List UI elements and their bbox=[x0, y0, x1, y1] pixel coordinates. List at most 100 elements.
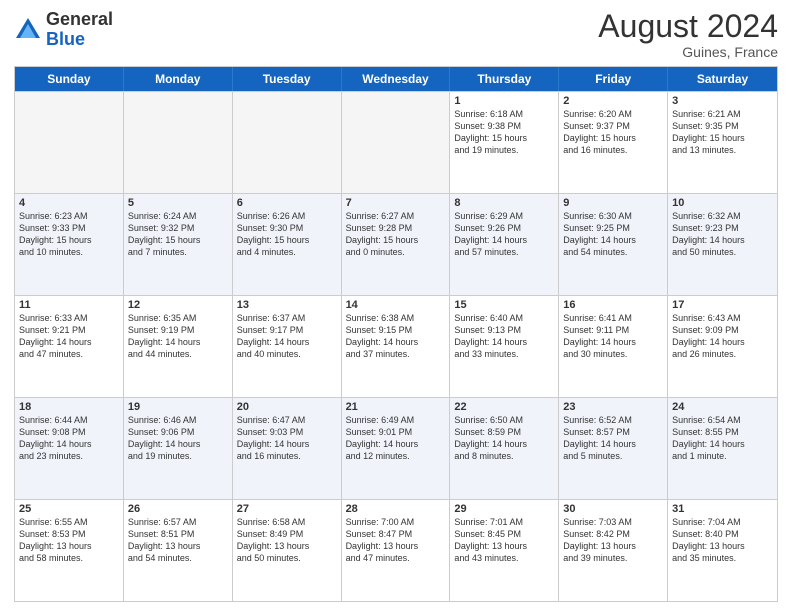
calendar-header-cell: Wednesday bbox=[342, 67, 451, 91]
day-number: 27 bbox=[237, 503, 337, 515]
day-number: 16 bbox=[563, 299, 663, 311]
day-number: 29 bbox=[454, 503, 554, 515]
calendar-cell: 6Sunrise: 6:26 AM Sunset: 9:30 PM Daylig… bbox=[233, 194, 342, 295]
calendar-cell-empty bbox=[342, 92, 451, 193]
logo: General Blue bbox=[14, 10, 113, 50]
day-info: Sunrise: 6:24 AM Sunset: 9:32 PM Dayligh… bbox=[128, 210, 228, 259]
day-number: 25 bbox=[19, 503, 119, 515]
calendar-cell: 28Sunrise: 7:00 AM Sunset: 8:47 PM Dayli… bbox=[342, 500, 451, 601]
calendar-cell: 19Sunrise: 6:46 AM Sunset: 9:06 PM Dayli… bbox=[124, 398, 233, 499]
day-info: Sunrise: 6:50 AM Sunset: 8:59 PM Dayligh… bbox=[454, 414, 554, 463]
day-info: Sunrise: 7:03 AM Sunset: 8:42 PM Dayligh… bbox=[563, 516, 663, 565]
day-info: Sunrise: 6:57 AM Sunset: 8:51 PM Dayligh… bbox=[128, 516, 228, 565]
calendar-body: 1Sunrise: 6:18 AM Sunset: 9:38 PM Daylig… bbox=[15, 91, 777, 601]
calendar-cell: 31Sunrise: 7:04 AM Sunset: 8:40 PM Dayli… bbox=[668, 500, 777, 601]
day-number: 24 bbox=[672, 401, 773, 413]
calendar-cell: 26Sunrise: 6:57 AM Sunset: 8:51 PM Dayli… bbox=[124, 500, 233, 601]
calendar-cell: 2Sunrise: 6:20 AM Sunset: 9:37 PM Daylig… bbox=[559, 92, 668, 193]
calendar-row: 18Sunrise: 6:44 AM Sunset: 9:08 PM Dayli… bbox=[15, 397, 777, 499]
calendar-header: SundayMondayTuesdayWednesdayThursdayFrid… bbox=[15, 67, 777, 91]
day-number: 22 bbox=[454, 401, 554, 413]
day-info: Sunrise: 7:01 AM Sunset: 8:45 PM Dayligh… bbox=[454, 516, 554, 565]
calendar-header-cell: Tuesday bbox=[233, 67, 342, 91]
calendar: SundayMondayTuesdayWednesdayThursdayFrid… bbox=[14, 66, 778, 602]
logo-blue-text: Blue bbox=[46, 29, 85, 49]
day-number: 11 bbox=[19, 299, 119, 311]
calendar-cell: 10Sunrise: 6:32 AM Sunset: 9:23 PM Dayli… bbox=[668, 194, 777, 295]
day-info: Sunrise: 6:30 AM Sunset: 9:25 PM Dayligh… bbox=[563, 210, 663, 259]
day-info: Sunrise: 6:44 AM Sunset: 9:08 PM Dayligh… bbox=[19, 414, 119, 463]
location: Guines, France bbox=[598, 44, 778, 60]
day-number: 13 bbox=[237, 299, 337, 311]
calendar-row: 25Sunrise: 6:55 AM Sunset: 8:53 PM Dayli… bbox=[15, 499, 777, 601]
calendar-cell: 15Sunrise: 6:40 AM Sunset: 9:13 PM Dayli… bbox=[450, 296, 559, 397]
calendar-row: 1Sunrise: 6:18 AM Sunset: 9:38 PM Daylig… bbox=[15, 91, 777, 193]
calendar-cell: 18Sunrise: 6:44 AM Sunset: 9:08 PM Dayli… bbox=[15, 398, 124, 499]
day-number: 15 bbox=[454, 299, 554, 311]
calendar-row: 4Sunrise: 6:23 AM Sunset: 9:33 PM Daylig… bbox=[15, 193, 777, 295]
day-number: 3 bbox=[672, 95, 773, 107]
calendar-cell: 25Sunrise: 6:55 AM Sunset: 8:53 PM Dayli… bbox=[15, 500, 124, 601]
day-info: Sunrise: 6:55 AM Sunset: 8:53 PM Dayligh… bbox=[19, 516, 119, 565]
day-info: Sunrise: 6:47 AM Sunset: 9:03 PM Dayligh… bbox=[237, 414, 337, 463]
calendar-cell: 30Sunrise: 7:03 AM Sunset: 8:42 PM Dayli… bbox=[559, 500, 668, 601]
calendar-cell: 14Sunrise: 6:38 AM Sunset: 9:15 PM Dayli… bbox=[342, 296, 451, 397]
day-info: Sunrise: 6:35 AM Sunset: 9:19 PM Dayligh… bbox=[128, 312, 228, 361]
page: General Blue August 2024 Guines, France … bbox=[0, 0, 792, 612]
day-info: Sunrise: 7:04 AM Sunset: 8:40 PM Dayligh… bbox=[672, 516, 773, 565]
day-number: 18 bbox=[19, 401, 119, 413]
calendar-cell: 3Sunrise: 6:21 AM Sunset: 9:35 PM Daylig… bbox=[668, 92, 777, 193]
calendar-cell: 1Sunrise: 6:18 AM Sunset: 9:38 PM Daylig… bbox=[450, 92, 559, 193]
month-title: August 2024 bbox=[598, 10, 778, 42]
day-info: Sunrise: 6:49 AM Sunset: 9:01 PM Dayligh… bbox=[346, 414, 446, 463]
day-number: 19 bbox=[128, 401, 228, 413]
day-info: Sunrise: 6:20 AM Sunset: 9:37 PM Dayligh… bbox=[563, 108, 663, 157]
calendar-cell: 21Sunrise: 6:49 AM Sunset: 9:01 PM Dayli… bbox=[342, 398, 451, 499]
day-info: Sunrise: 6:37 AM Sunset: 9:17 PM Dayligh… bbox=[237, 312, 337, 361]
calendar-header-cell: Sunday bbox=[15, 67, 124, 91]
calendar-header-cell: Monday bbox=[124, 67, 233, 91]
day-number: 9 bbox=[563, 197, 663, 209]
calendar-cell: 11Sunrise: 6:33 AM Sunset: 9:21 PM Dayli… bbox=[15, 296, 124, 397]
day-number: 30 bbox=[563, 503, 663, 515]
day-info: Sunrise: 6:38 AM Sunset: 9:15 PM Dayligh… bbox=[346, 312, 446, 361]
calendar-cell: 24Sunrise: 6:54 AM Sunset: 8:55 PM Dayli… bbox=[668, 398, 777, 499]
calendar-header-cell: Thursday bbox=[450, 67, 559, 91]
calendar-cell: 23Sunrise: 6:52 AM Sunset: 8:57 PM Dayli… bbox=[559, 398, 668, 499]
day-number: 2 bbox=[563, 95, 663, 107]
calendar-cell: 5Sunrise: 6:24 AM Sunset: 9:32 PM Daylig… bbox=[124, 194, 233, 295]
day-number: 5 bbox=[128, 197, 228, 209]
day-number: 28 bbox=[346, 503, 446, 515]
calendar-cell: 17Sunrise: 6:43 AM Sunset: 9:09 PM Dayli… bbox=[668, 296, 777, 397]
day-number: 7 bbox=[346, 197, 446, 209]
day-number: 14 bbox=[346, 299, 446, 311]
day-number: 6 bbox=[237, 197, 337, 209]
day-number: 12 bbox=[128, 299, 228, 311]
logo-icon bbox=[14, 16, 42, 44]
day-number: 1 bbox=[454, 95, 554, 107]
calendar-cell-empty bbox=[233, 92, 342, 193]
calendar-cell: 8Sunrise: 6:29 AM Sunset: 9:26 PM Daylig… bbox=[450, 194, 559, 295]
day-number: 4 bbox=[19, 197, 119, 209]
calendar-row: 11Sunrise: 6:33 AM Sunset: 9:21 PM Dayli… bbox=[15, 295, 777, 397]
day-info: Sunrise: 6:40 AM Sunset: 9:13 PM Dayligh… bbox=[454, 312, 554, 361]
day-number: 8 bbox=[454, 197, 554, 209]
day-info: Sunrise: 6:46 AM Sunset: 9:06 PM Dayligh… bbox=[128, 414, 228, 463]
day-number: 26 bbox=[128, 503, 228, 515]
calendar-cell: 16Sunrise: 6:41 AM Sunset: 9:11 PM Dayli… bbox=[559, 296, 668, 397]
day-number: 21 bbox=[346, 401, 446, 413]
calendar-cell: 9Sunrise: 6:30 AM Sunset: 9:25 PM Daylig… bbox=[559, 194, 668, 295]
calendar-cell: 13Sunrise: 6:37 AM Sunset: 9:17 PM Dayli… bbox=[233, 296, 342, 397]
calendar-cell: 12Sunrise: 6:35 AM Sunset: 9:19 PM Dayli… bbox=[124, 296, 233, 397]
day-info: Sunrise: 6:18 AM Sunset: 9:38 PM Dayligh… bbox=[454, 108, 554, 157]
day-info: Sunrise: 7:00 AM Sunset: 8:47 PM Dayligh… bbox=[346, 516, 446, 565]
title-section: August 2024 Guines, France bbox=[598, 10, 778, 60]
day-info: Sunrise: 6:54 AM Sunset: 8:55 PM Dayligh… bbox=[672, 414, 773, 463]
day-info: Sunrise: 6:29 AM Sunset: 9:26 PM Dayligh… bbox=[454, 210, 554, 259]
day-number: 20 bbox=[237, 401, 337, 413]
calendar-cell: 27Sunrise: 6:58 AM Sunset: 8:49 PM Dayli… bbox=[233, 500, 342, 601]
day-info: Sunrise: 6:43 AM Sunset: 9:09 PM Dayligh… bbox=[672, 312, 773, 361]
calendar-cell-empty bbox=[124, 92, 233, 193]
day-info: Sunrise: 6:26 AM Sunset: 9:30 PM Dayligh… bbox=[237, 210, 337, 259]
day-number: 10 bbox=[672, 197, 773, 209]
